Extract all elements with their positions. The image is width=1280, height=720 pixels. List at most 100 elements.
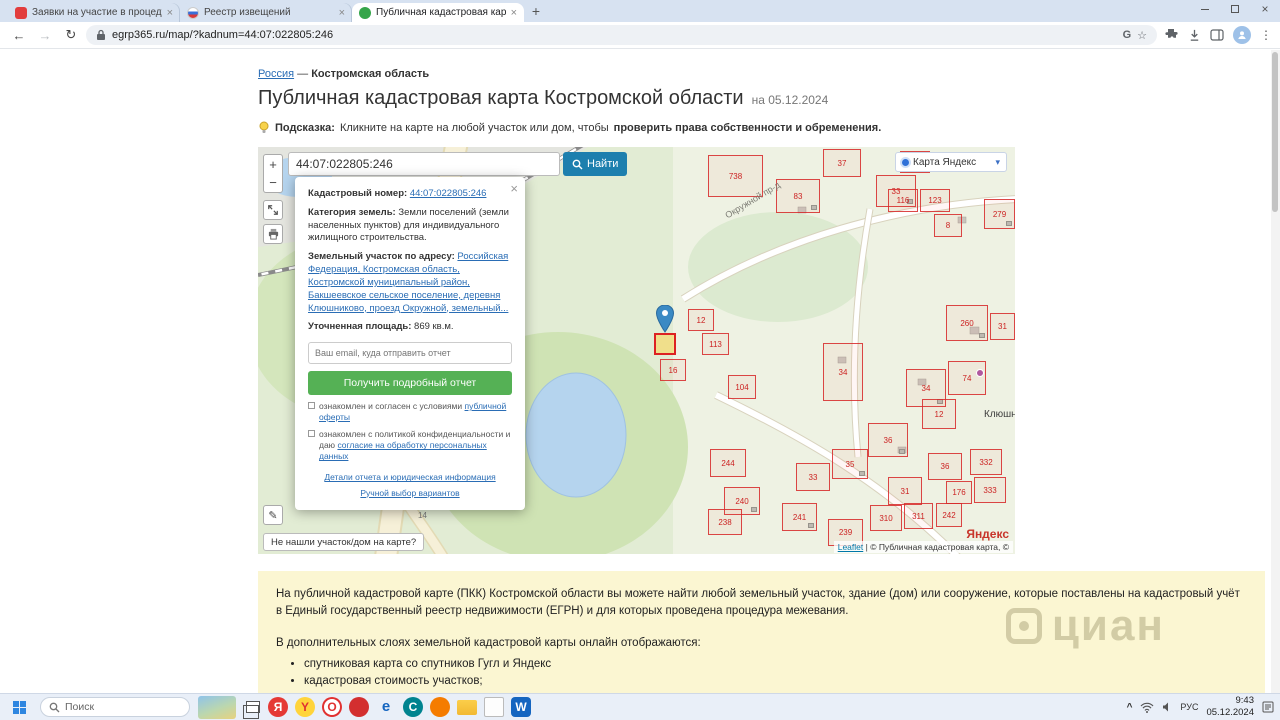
close-icon[interactable]: ×: [167, 7, 173, 19]
zoom-in-button[interactable]: +: [263, 154, 283, 174]
address-label: Земельный участок по адресу:: [308, 251, 455, 263]
search-button[interactable]: Найти: [563, 152, 628, 176]
explorer-folder-icon[interactable]: [457, 699, 477, 715]
parcel-333[interactable]: 333: [974, 477, 1006, 503]
tray-expand-icon[interactable]: ^: [1127, 702, 1133, 713]
translate-icon[interactable]: G: [1123, 29, 1132, 41]
email-field[interactable]: [308, 342, 512, 365]
language-indicator[interactable]: РУС: [1180, 702, 1198, 712]
volume-icon[interactable]: [1162, 702, 1172, 712]
back-button[interactable]: ←: [8, 24, 30, 46]
manual-select-link[interactable]: Ручной выбор вариантов: [360, 488, 459, 498]
bookmark-star-icon[interactable]: ☆: [1137, 29, 1147, 42]
yandex-browser-icon[interactable]: Я: [268, 697, 288, 717]
not-found-button[interactable]: Не нашли участок/дом на карте?: [263, 533, 425, 551]
wifi-icon[interactable]: [1140, 702, 1154, 713]
page-scrollbar[interactable]: [1271, 50, 1280, 693]
parcel-310[interactable]: 310: [870, 505, 902, 531]
parcel-244[interactable]: 244: [710, 449, 746, 477]
parcel-238[interactable]: 238: [708, 509, 742, 535]
new-tab-button[interactable]: +: [524, 3, 548, 19]
privacy-agree-text: ознакомлен с политикой конфиденциальност…: [319, 429, 511, 462]
extensions-puzzle-icon[interactable]: [1165, 28, 1179, 42]
side-panel-icon[interactable]: [1210, 29, 1224, 41]
refresh-button[interactable]: ↻: [60, 24, 82, 46]
fullscreen-button[interactable]: [263, 200, 283, 220]
parcel-36[interactable]: 36: [868, 423, 908, 457]
maximize-button[interactable]: [1220, 0, 1250, 18]
cadastral-search-input[interactable]: [288, 152, 560, 176]
opera-icon[interactable]: O: [322, 697, 342, 717]
parcel-31[interactable]: 31: [888, 477, 922, 505]
profile-avatar[interactable]: [1233, 26, 1251, 44]
tab-register[interactable]: Реестр извещений ×: [180, 3, 352, 22]
selected-parcel[interactable]: [654, 333, 676, 355]
parcel-16[interactable]: 16: [660, 359, 686, 381]
report-details-link[interactable]: Детали отчета и юридическая информация: [324, 472, 495, 482]
clock[interactable]: 9:43 05.12.2024: [1206, 695, 1254, 719]
parcel-176[interactable]: 176: [946, 481, 972, 504]
parcel-74[interactable]: 74: [948, 361, 986, 395]
scrollbar-thumb[interactable]: [1272, 52, 1278, 212]
print-button[interactable]: [263, 224, 283, 244]
tab-applications[interactable]: Заявки на участие в процедур... ×: [8, 3, 180, 22]
parcel-260[interactable]: 260: [946, 305, 988, 341]
parcel-37[interactable]: 37: [823, 149, 861, 177]
parcel-33[interactable]: 33: [796, 463, 830, 491]
taskbar-search[interactable]: Поиск: [40, 697, 190, 717]
red-app-icon[interactable]: [349, 697, 369, 717]
parcel-311[interactable]: 311: [904, 503, 933, 529]
parcel-34[interactable]: 34: [823, 343, 863, 401]
offer-checkbox[interactable]: [308, 402, 315, 410]
chevron-down-icon: ▾: [995, 156, 1000, 167]
layer-select[interactable]: Карта Яндекс ▾: [895, 152, 1007, 172]
personal-data-link[interactable]: согласие на обработку персональных данны…: [319, 440, 487, 461]
cadastral-map[interactable]: 7383783331411612382792603134347412363533…: [258, 147, 1015, 554]
minimize-button[interactable]: [1190, 0, 1220, 18]
breadcrumb-country-link[interactable]: Россия: [258, 68, 294, 80]
parcel-8[interactable]: 8: [934, 214, 962, 237]
parcel-116[interactable]: 116: [888, 189, 918, 212]
close-icon[interactable]: ×: [339, 7, 345, 19]
parcel-12[interactable]: 12: [922, 399, 956, 429]
weather-widget[interactable]: [198, 695, 236, 719]
browser-menu-icon[interactable]: ⋮: [1260, 28, 1272, 42]
get-report-button[interactable]: Получить подробный отчет: [308, 371, 512, 396]
forward-button[interactable]: →: [34, 24, 56, 46]
close-window-button[interactable]: ×: [1250, 0, 1280, 18]
notepad-icon[interactable]: [484, 697, 504, 717]
parcel-83[interactable]: 83: [776, 179, 820, 213]
task-view-icon[interactable]: [243, 701, 260, 719]
parcel-241[interactable]: 241: [782, 503, 817, 531]
tab-cadastral-map[interactable]: Публичная кадастровая карта К... ×: [352, 3, 524, 22]
contour-app-icon[interactable]: C: [403, 697, 423, 717]
close-icon[interactable]: ×: [511, 7, 517, 19]
parcel-738[interactable]: 738: [708, 155, 763, 197]
measure-button[interactable]: ✎: [263, 505, 283, 525]
start-button[interactable]: [6, 696, 32, 718]
parcel-242[interactable]: 242: [936, 503, 962, 527]
notification-icon[interactable]: [1262, 701, 1274, 713]
parcel-36[interactable]: 36: [928, 453, 962, 480]
parcel-279[interactable]: 279: [984, 199, 1015, 229]
browser-window: Заявки на участие в процедур... × Реестр…: [0, 0, 1280, 720]
edge-icon[interactable]: e: [376, 697, 396, 717]
parcel-332[interactable]: 332: [970, 449, 1002, 475]
privacy-checkbox[interactable]: [308, 430, 315, 438]
cian-watermark: циан: [1005, 593, 1165, 659]
firefox-icon[interactable]: [430, 697, 450, 717]
kadnum-link[interactable]: 44:07:022805:246: [410, 188, 487, 199]
yandex-search-icon[interactable]: Y: [295, 697, 315, 717]
parcel-31[interactable]: 31: [990, 313, 1015, 340]
parcel-35[interactable]: 35: [832, 449, 868, 479]
parcel-123[interactable]: 123: [920, 189, 950, 212]
parcel-113[interactable]: 113: [702, 333, 729, 355]
parcel-104[interactable]: 104: [728, 375, 756, 399]
zoom-out-button[interactable]: −: [263, 173, 283, 193]
leaflet-link[interactable]: Leaflet: [838, 542, 864, 552]
close-icon[interactable]: ×: [510, 180, 518, 198]
word-icon[interactable]: W: [511, 697, 531, 717]
address-bar[interactable]: egrp365.ru/map/?kadnum=44:07:022805:246 …: [86, 25, 1157, 45]
parcel-12[interactable]: 12: [688, 309, 714, 331]
download-icon[interactable]: [1188, 29, 1201, 42]
